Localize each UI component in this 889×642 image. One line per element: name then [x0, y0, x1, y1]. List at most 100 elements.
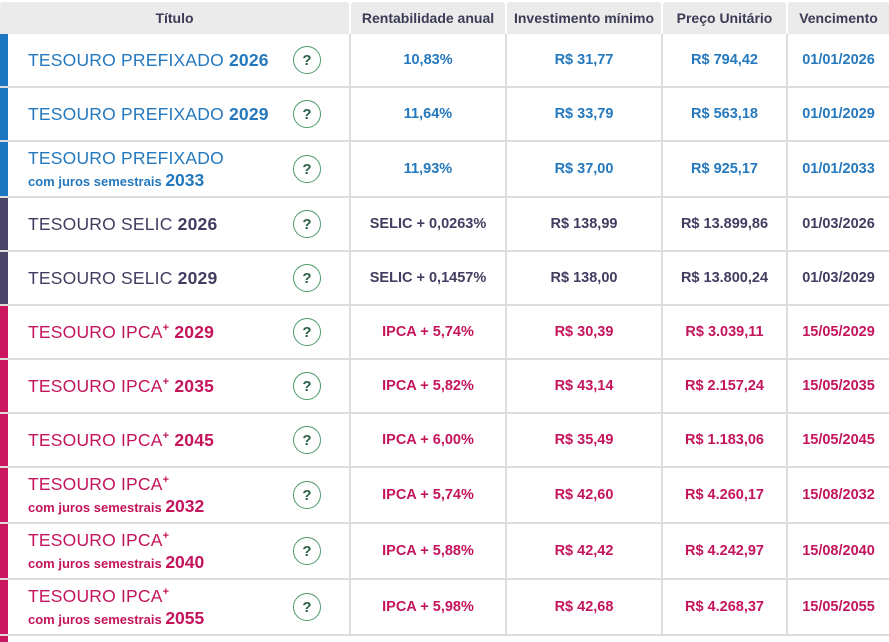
bond-title-cell: TESOURO IPCA+ com juros semestrais 2032 … — [8, 468, 349, 522]
bond-color-bar — [0, 524, 8, 578]
table-row[interactable]: TESOURO IPCA+ com juros semestrais 2055 … — [0, 580, 889, 636]
bond-title-cell: TESOURO IPCA+ 2035 ? — [8, 360, 349, 412]
bond-color-bar — [0, 198, 8, 250]
bond-name: TESOURO SELIC 2026 — [28, 213, 218, 234]
bonds-table: Título Rentabilidade anual Investimento … — [0, 0, 889, 642]
help-icon[interactable]: ? — [293, 155, 321, 183]
table-row[interactable]: TESOURO IPCA+ com juros semestrais 2040 … — [0, 524, 889, 580]
ipca-plus-superscript: + — [162, 586, 170, 599]
bond-title-cell: TESOURO PREFIXADO com juros semestrais 2… — [8, 142, 349, 196]
bond-color-bar — [0, 88, 8, 140]
unit-price-value: R$ 2.157,24 — [661, 360, 786, 412]
annual-rate-value: IPCA + 5,82% — [349, 360, 505, 412]
bond-year: 2045 — [169, 429, 215, 450]
annual-rate-value: IPCA + 5,74% — [349, 306, 505, 358]
maturity-date-value: 01/01/2026 — [786, 34, 889, 86]
bond-title-cell: TESOURO SELIC 2026 ? — [8, 198, 349, 250]
table-row-partial[interactable] — [0, 636, 889, 642]
bond-title-cell: TESOURO SELIC 2029 ? — [8, 252, 349, 304]
bond-name: TESOURO PREFIXADO — [28, 148, 224, 169]
table-row[interactable]: TESOURO IPCA+ com juros semestrais 2032 … — [0, 468, 889, 524]
bond-color-bar — [0, 580, 8, 634]
table-row[interactable]: TESOURO PREFIXADO 2026 ? 10,83% R$ 31,77… — [0, 34, 889, 88]
bond-subtitle: com juros semestrais — [28, 499, 162, 515]
annual-rate-value: 11,93% — [349, 142, 505, 196]
help-icon[interactable]: ? — [293, 593, 321, 621]
help-icon[interactable]: ? — [293, 318, 321, 346]
bond-subtitle: com juros semestrais — [28, 611, 162, 627]
minimum-investment-value: R$ 42,42 — [505, 524, 661, 578]
bond-title-cell: TESOURO PREFIXADO 2029 ? — [8, 88, 349, 140]
unit-price-value: R$ 563,18 — [661, 88, 786, 140]
bond-title: TESOURO IPCA+ 2035 — [28, 376, 293, 396]
unit-price-value: R$ 4.260,17 — [661, 468, 786, 522]
table-row[interactable]: TESOURO SELIC 2026 ? SELIC + 0,0263% R$ … — [0, 198, 889, 252]
unit-price-value: R$ 4.242,97 — [661, 524, 786, 578]
maturity-date-value: 15/05/2045 — [786, 414, 889, 466]
maturity-date-value: 15/05/2035 — [786, 360, 889, 412]
help-icon[interactable]: ? — [293, 100, 321, 128]
help-icon[interactable]: ? — [293, 372, 321, 400]
bond-subtitle-line: com juros semestrais 2040 — [28, 552, 293, 572]
help-icon[interactable]: ? — [293, 481, 321, 509]
annual-rate-value: IPCA + 5,98% — [349, 580, 505, 634]
bond-year: 2033 — [165, 169, 205, 190]
bond-subtitle-line: com juros semestrais 2033 — [28, 170, 293, 190]
ipca-plus-superscript: + — [162, 530, 170, 543]
help-icon[interactable]: ? — [293, 46, 321, 74]
bond-color-bar — [0, 306, 8, 358]
annual-rate-value: SELIC + 0,1457% — [349, 252, 505, 304]
bond-title-cell: TESOURO IPCA+ 2045 ? — [8, 414, 349, 466]
table-row[interactable]: TESOURO SELIC 2029 ? SELIC + 0,1457% R$ … — [0, 252, 889, 306]
bond-color-bar — [0, 360, 8, 412]
annual-rate-value: IPCA + 5,74% — [349, 468, 505, 522]
table-row[interactable]: TESOURO PREFIXADO 2029 ? 11,64% R$ 33,79… — [0, 88, 889, 142]
bond-color-bar — [0, 414, 8, 466]
unit-price-value: R$ 925,17 — [661, 142, 786, 196]
bond-title-cell: TESOURO PREFIXADO 2026 ? — [8, 34, 349, 86]
maturity-date-value: 15/05/2055 — [786, 580, 889, 634]
annual-rate-value: IPCA + 5,88% — [349, 524, 505, 578]
minimum-investment-value: R$ 33,79 — [505, 88, 661, 140]
column-header-vencimento: Vencimento — [788, 2, 889, 34]
column-header-preco: Preço Unitário — [663, 2, 786, 34]
bond-title: TESOURO IPCA+ 2029 — [28, 322, 293, 342]
minimum-investment-value: R$ 35,49 — [505, 414, 661, 466]
table-row[interactable]: TESOURO PREFIXADO com juros semestrais 2… — [0, 142, 889, 198]
maturity-date-value: 15/08/2032 — [786, 468, 889, 522]
table-row[interactable]: TESOURO IPCA+ 2045 ? IPCA + 6,00% R$ 35,… — [0, 414, 889, 468]
maturity-date-value: 01/03/2026 — [786, 198, 889, 250]
bond-year: 2055 — [165, 607, 205, 628]
table-row[interactable]: TESOURO IPCA+ 2035 ? IPCA + 5,82% R$ 43,… — [0, 360, 889, 414]
help-icon[interactable]: ? — [293, 537, 321, 565]
help-icon[interactable]: ? — [293, 426, 321, 454]
table-row[interactable]: TESOURO IPCA+ 2029 ? IPCA + 5,74% R$ 30,… — [0, 306, 889, 360]
bond-name: TESOURO PREFIXADO 2029 — [28, 103, 269, 124]
bond-color-bar — [0, 34, 8, 86]
bond-year: 2040 — [165, 551, 205, 572]
bond-name: TESOURO PREFIXADO 2026 — [28, 49, 269, 70]
minimum-investment-value: R$ 37,00 — [505, 142, 661, 196]
minimum-investment-value: R$ 42,60 — [505, 468, 661, 522]
bond-title: TESOURO IPCA+ com juros semestrais 2032 — [28, 474, 293, 515]
bond-name: TESOURO SELIC 2029 — [28, 267, 218, 288]
bond-title: TESOURO PREFIXADO com juros semestrais 2… — [28, 148, 293, 189]
unit-price-value: R$ 794,42 — [661, 34, 786, 86]
annual-rate-value: SELIC + 0,0263% — [349, 198, 505, 250]
bond-name: TESOURO IPCA+ 2045 — [28, 429, 215, 450]
minimum-investment-value: R$ 138,00 — [505, 252, 661, 304]
help-icon[interactable]: ? — [293, 210, 321, 238]
bond-subtitle: com juros semestrais — [28, 173, 162, 189]
help-icon[interactable]: ? — [293, 264, 321, 292]
minimum-investment-value: R$ 30,39 — [505, 306, 661, 358]
bond-color-bar — [0, 142, 8, 196]
maturity-date-value: 15/08/2040 — [786, 524, 889, 578]
bond-title: TESOURO IPCA+ 2045 — [28, 430, 293, 450]
table-body: TESOURO PREFIXADO 2026 ? 10,83% R$ 31,77… — [0, 34, 889, 642]
minimum-investment-value: R$ 31,77 — [505, 34, 661, 86]
bond-title: TESOURO IPCA+ com juros semestrais 2040 — [28, 530, 293, 571]
bond-title: TESOURO IPCA+ com juros semestrais 2055 — [28, 586, 293, 627]
minimum-investment-value: R$ 138,99 — [505, 198, 661, 250]
unit-price-value: R$ 13.899,86 — [661, 198, 786, 250]
column-header-rentabilidade: Rentabilidade anual — [351, 2, 505, 34]
